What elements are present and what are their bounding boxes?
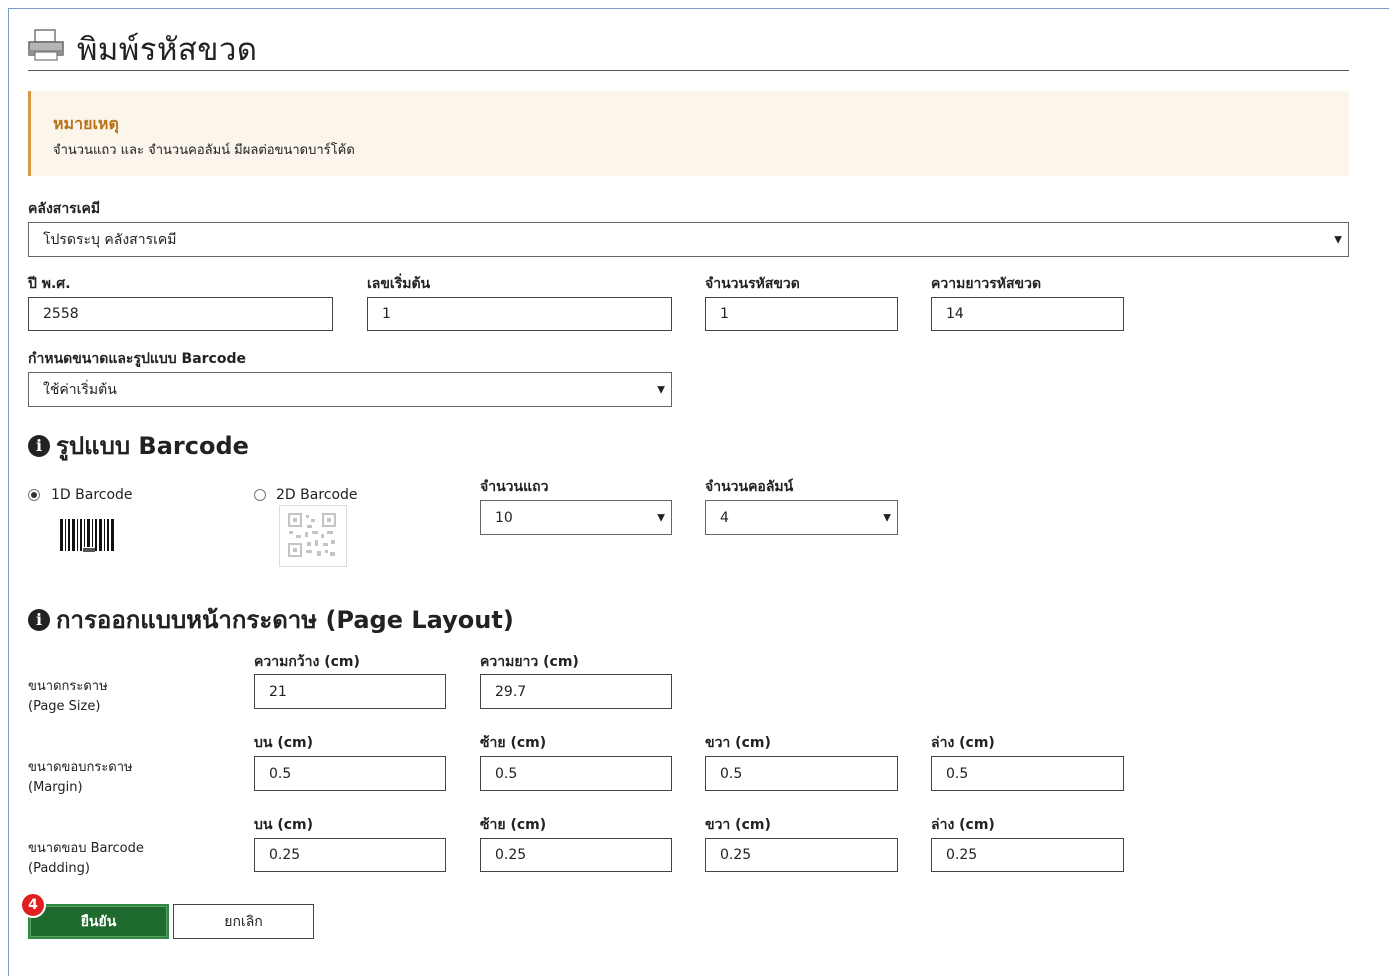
margin-right-label: ขวา (cm) xyxy=(705,735,771,751)
caret-down-icon: ▼ xyxy=(657,512,665,523)
code-length-input[interactable]: 14 xyxy=(931,297,1124,331)
margin-row-label: ขนาดขอบกระดาษ (Margin) xyxy=(28,758,133,798)
info-icon: i xyxy=(28,608,50,631)
padding-left-input[interactable]: 0.25 xyxy=(480,838,672,872)
barcode-preset-value: ใช้ค่าเริ่มต้น xyxy=(43,381,117,398)
margin-bottom-label: ล่าง (cm) xyxy=(931,735,995,751)
option-1d-barcode[interactable]: 1D Barcode xyxy=(28,487,133,503)
warehouse-label: คลังสารเคมี xyxy=(28,201,101,217)
caret-down-icon: ▼ xyxy=(657,384,665,395)
step-badge: 4 xyxy=(20,892,46,918)
start-number-label: เลขเริ่มต้น xyxy=(367,276,431,292)
columns-select-value: 4 xyxy=(720,509,729,526)
padding-label-en: (Padding) xyxy=(28,861,90,876)
padding-label-th: ขนาดขอบ Barcode xyxy=(28,841,144,856)
option-2d-label: 2D Barcode xyxy=(276,487,358,503)
page-layout-heading: i การออกแบบหน้ากระดาษ (Page Layout) xyxy=(28,600,514,639)
info-icon: i xyxy=(28,434,50,457)
year-label: ปี พ.ศ. xyxy=(28,276,71,292)
option-1d-label: 1D Barcode xyxy=(51,487,133,503)
page-size-label-th: ขนาดกระดาษ xyxy=(28,679,108,694)
columns-label: จำนวนคอลัมน์ xyxy=(705,479,794,495)
barcode-1d-icon[interactable] xyxy=(57,516,117,556)
margin-right-input[interactable]: 0.5 xyxy=(705,756,898,791)
note-title: หมายเหตุ xyxy=(53,114,119,133)
qr-code-icon[interactable] xyxy=(279,505,347,567)
warehouse-select[interactable]: โปรดระบุ คลังสารเคมี ▼ xyxy=(28,222,1349,257)
page-size-row-label: ขนาดกระดาษ (Page Size) xyxy=(28,677,108,717)
code-length-label: ความยาวรหัสขวด xyxy=(931,276,1042,292)
margin-left-label: ซ้าย (cm) xyxy=(480,735,547,751)
barcode-preset-label: กำหนดขนาดและรูปแบบ Barcode xyxy=(28,351,246,367)
margin-label-th: ขนาดขอบกระดาษ xyxy=(28,760,133,775)
rows-select-value: 10 xyxy=(495,509,513,526)
option-2d-barcode[interactable]: 2D Barcode xyxy=(254,487,358,503)
page-size-label-en: (Page Size) xyxy=(28,699,101,714)
cancel-button[interactable]: ยกเลิก xyxy=(173,904,314,939)
radio-1d-selected[interactable] xyxy=(28,489,40,501)
columns-select[interactable]: 4 ▼ xyxy=(705,500,898,535)
padding-top-input[interactable]: 0.25 xyxy=(254,838,446,872)
note-box xyxy=(28,91,1349,176)
printer-icon xyxy=(28,29,64,61)
caret-down-icon: ▼ xyxy=(883,512,891,523)
barcode-preset-select[interactable]: ใช้ค่าเริ่มต้น ▼ xyxy=(28,372,672,407)
title-divider xyxy=(28,70,1349,71)
page-width-input[interactable]: 21 xyxy=(254,674,446,709)
barcode-section-heading: i รูปแบบ Barcode xyxy=(28,426,249,465)
padding-right-label: ขวา (cm) xyxy=(705,817,771,833)
padding-bottom-input[interactable]: 0.25 xyxy=(931,838,1124,872)
padding-row-label: ขนาดขอบ Barcode (Padding) xyxy=(28,839,144,879)
padding-top-label: บน (cm) xyxy=(254,817,314,833)
page-title: พิมพ์รหัสขวด xyxy=(77,32,258,68)
warehouse-select-value: โปรดระบุ คลังสารเคมี xyxy=(43,231,177,248)
bottle-count-input[interactable]: 1 xyxy=(705,297,898,331)
padding-right-input[interactable]: 0.25 xyxy=(705,838,898,872)
bottle-count-label: จำนวนรหัสขวด xyxy=(705,276,800,292)
padding-bottom-label: ล่าง (cm) xyxy=(931,817,995,833)
note-text: จำนวนแถว และ จำนวนคอลัมน์ มีผลต่อขนาดบาร… xyxy=(53,143,355,158)
caret-down-icon: ▼ xyxy=(1334,234,1342,245)
rows-select[interactable]: 10 ▼ xyxy=(480,500,672,535)
margin-top-input[interactable]: 0.5 xyxy=(254,756,446,791)
barcode-section-title: รูปแบบ Barcode xyxy=(56,432,249,460)
margin-top-label: บน (cm) xyxy=(254,735,314,751)
page-height-label: ความยาว (cm) xyxy=(480,654,579,670)
margin-bottom-input[interactable]: 0.5 xyxy=(931,756,1124,791)
margin-label-en: (Margin) xyxy=(28,780,83,795)
rows-label: จำนวนแถว xyxy=(480,479,549,495)
padding-left-label: ซ้าย (cm) xyxy=(480,817,547,833)
confirm-button[interactable]: ยืนยัน xyxy=(28,904,169,939)
radio-2d-unselected[interactable] xyxy=(254,489,266,501)
margin-left-input[interactable]: 0.5 xyxy=(480,756,672,791)
start-number-input[interactable]: 1 xyxy=(367,297,672,331)
page-height-input[interactable]: 29.7 xyxy=(480,674,672,709)
page-layout-title: การออกแบบหน้ากระดาษ (Page Layout) xyxy=(56,606,514,634)
year-input[interactable]: 2558 xyxy=(28,297,333,331)
page-width-label: ความกว้าง (cm) xyxy=(254,654,360,670)
